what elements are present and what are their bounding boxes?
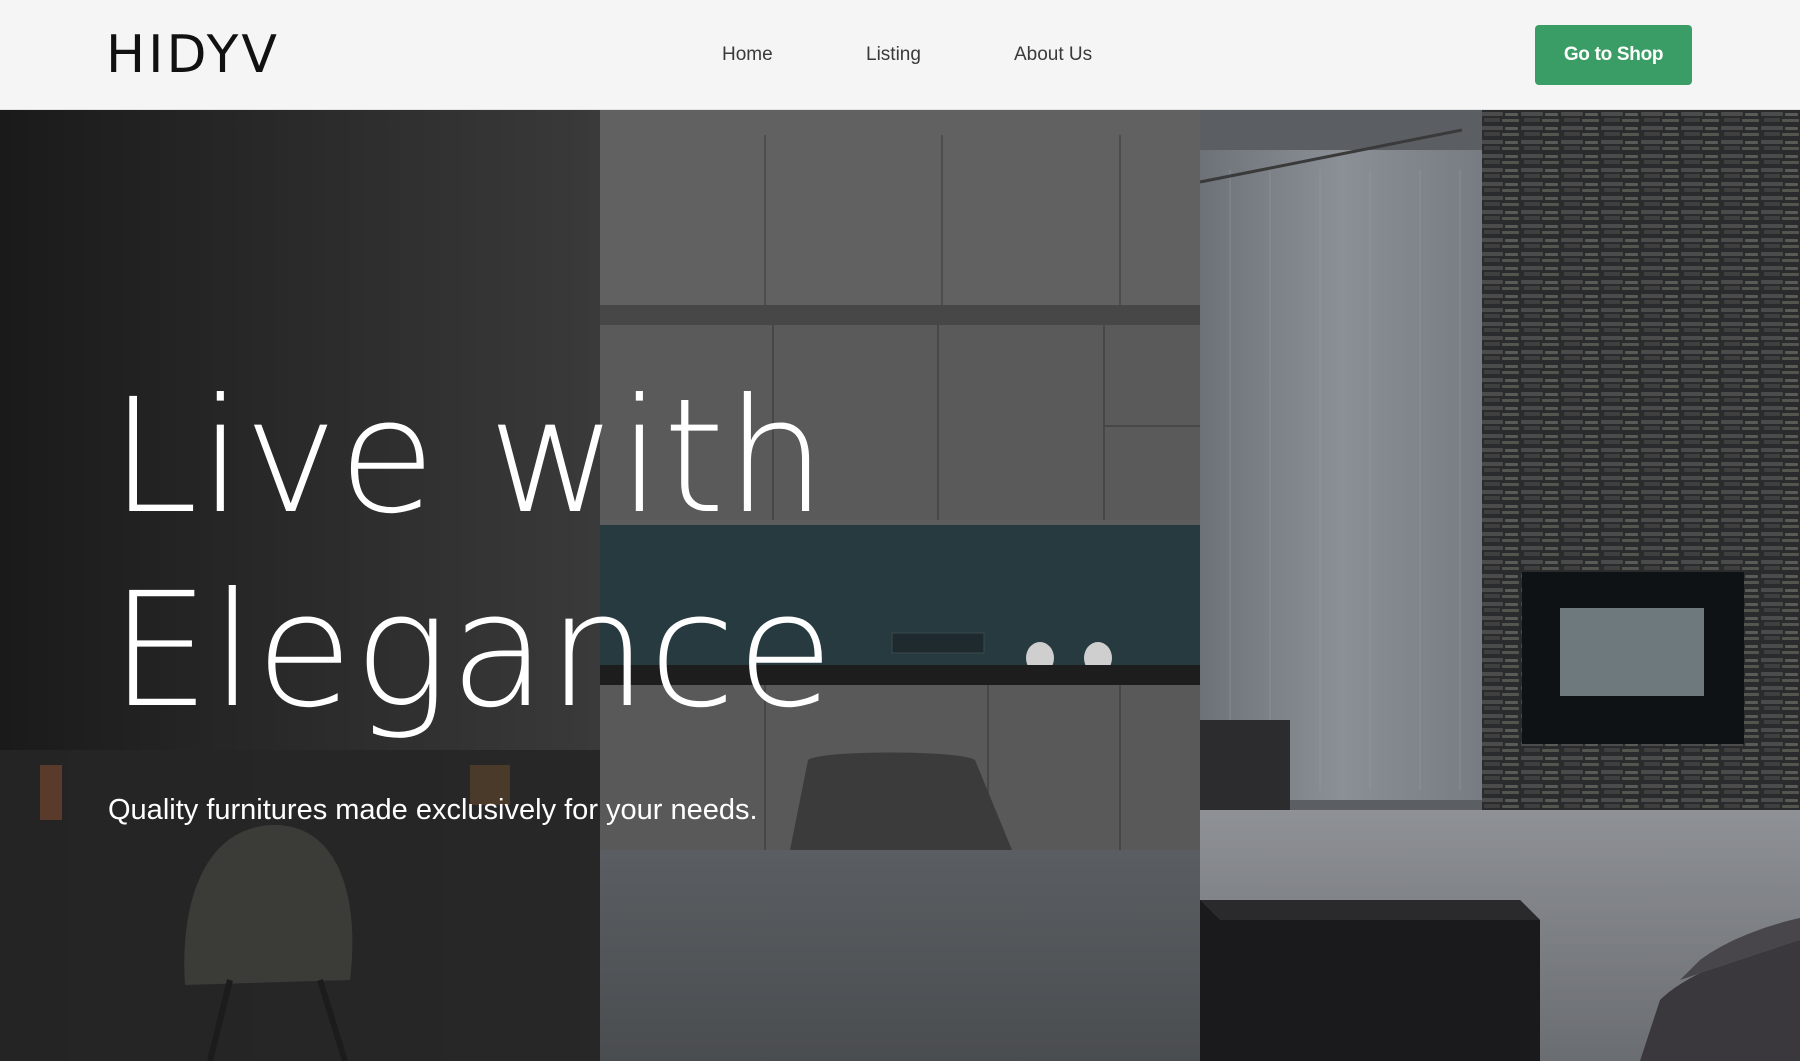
go-to-shop-button[interactable]: Go to Shop <box>1535 25 1692 85</box>
nav-link-home[interactable]: Home <box>722 42 773 68</box>
nav-link-listing[interactable]: Listing <box>866 42 921 68</box>
hero-tagline: Quality furnitures made exclusively for … <box>108 794 758 826</box>
main-nav: Home Listing About Us <box>0 42 1800 68</box>
nav-link-about-us[interactable]: About Us <box>1014 42 1092 68</box>
hero-headline-line-1: Live with <box>110 365 828 549</box>
hero-section: Live with Elegance Quality furnitures ma… <box>0 110 1800 1061</box>
site-header: HIDYV Home Listing About Us Go to Shop <box>0 0 1800 110</box>
hero-content: Live with Elegance Quality furnitures ma… <box>0 110 1800 1061</box>
landing-page: HIDYV Home Listing About Us Go to Shop L… <box>0 0 1800 1061</box>
hero-headline-line-2: Elegance <box>110 559 835 743</box>
